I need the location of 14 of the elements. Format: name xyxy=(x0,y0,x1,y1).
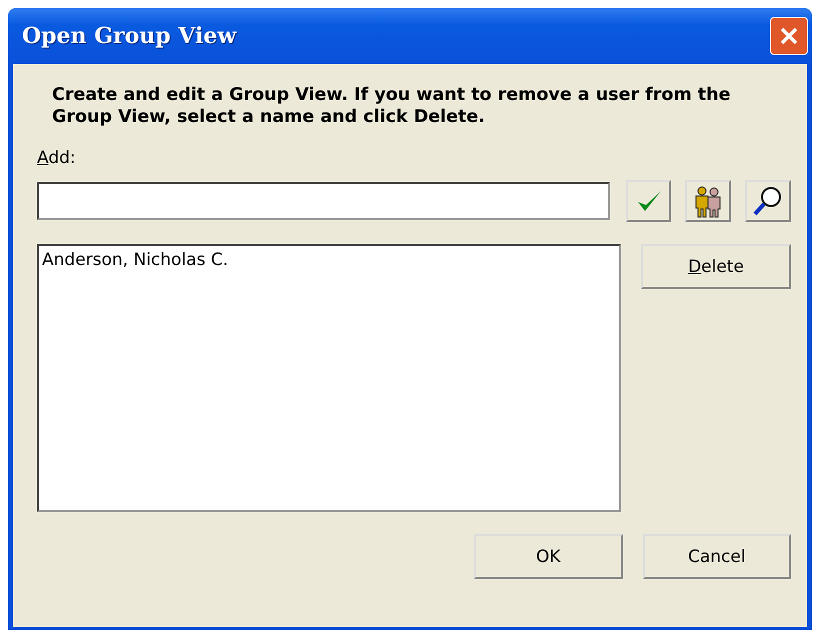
people-icon xyxy=(693,184,724,218)
cancel-button[interactable]: Cancel xyxy=(642,534,791,579)
add-field[interactable] xyxy=(37,182,610,220)
close-button[interactable] xyxy=(770,17,808,55)
delete-button[interactable]: Delete xyxy=(641,244,791,289)
search-button[interactable] xyxy=(745,180,792,222)
list-item[interactable]: Anderson, Nicholas C. xyxy=(42,250,616,270)
add-label: Add: xyxy=(37,148,76,168)
confirm-button[interactable] xyxy=(626,180,672,222)
people-button[interactable] xyxy=(685,180,732,222)
window-title: Open Group View xyxy=(22,23,236,49)
instruction-text: Create and edit a Group View. If you want to remove a user from the Group View, select a name and click Delete. xyxy=(52,84,732,128)
ok-button[interactable]: OK xyxy=(474,534,622,579)
close-icon xyxy=(778,25,800,47)
